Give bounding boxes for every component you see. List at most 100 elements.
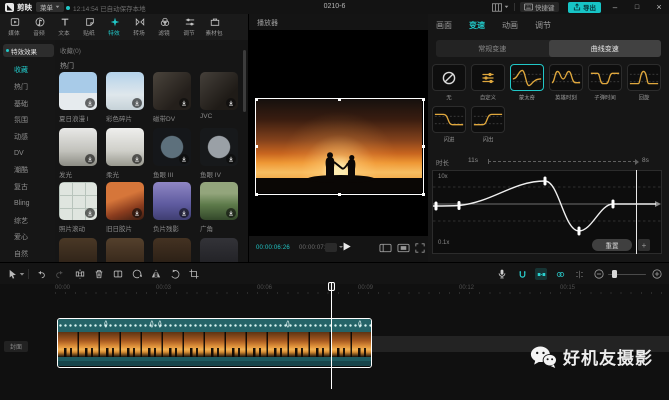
effect-thumbnail[interactable]: 负片残影 xyxy=(153,182,191,233)
toolbar-tab[interactable]: 特效 xyxy=(102,14,127,40)
effects-scrollbar[interactable] xyxy=(243,50,246,112)
effect-thumbnail[interactable]: 发光 xyxy=(59,128,97,179)
minimize-button[interactable]: – xyxy=(608,0,622,14)
download-icon[interactable] xyxy=(85,208,95,218)
undo-icon[interactable] xyxy=(36,269,46,279)
video-clip[interactable]: () () () () () xyxy=(57,318,372,368)
sidebar-category[interactable]: 热门 xyxy=(0,79,55,96)
mirror-icon[interactable] xyxy=(151,269,161,279)
sidebar-category[interactable]: 自然 xyxy=(0,246,55,263)
inspector-tab[interactable]: 动画 xyxy=(502,20,518,31)
effect-thumbnail[interactable]: 广角 xyxy=(200,182,238,233)
sidebar-category[interactable]: 动感 xyxy=(0,129,55,146)
select-tool-caret-icon[interactable] xyxy=(19,272,25,277)
speed-mode-option[interactable]: 常规变速 xyxy=(436,40,549,57)
download-icon[interactable] xyxy=(179,208,189,218)
curve-preset[interactable]: 子弹时间 xyxy=(588,64,622,102)
download-icon[interactable] xyxy=(132,208,142,218)
effect-thumbnail[interactable]: 磁带DV xyxy=(153,72,191,123)
reset-button[interactable]: 重置 xyxy=(592,239,632,251)
magnet-toggle[interactable] xyxy=(516,268,528,280)
effect-thumbnail[interactable]: 柔光 xyxy=(106,128,144,179)
toolbar-tab[interactable]: 文本 xyxy=(52,14,77,40)
curve-preset[interactable]: 自定义 xyxy=(471,64,505,102)
curve-preset[interactable]: 闪进 xyxy=(432,106,466,144)
download-icon[interactable] xyxy=(179,154,189,164)
effect-thumbnail[interactable] xyxy=(59,238,97,262)
sidebar-category[interactable]: 氛围 xyxy=(0,112,55,129)
sidebar-category[interactable]: 爱心 xyxy=(0,229,55,246)
toolbar-tab[interactable]: 转场 xyxy=(127,14,152,40)
cover-button[interactable]: 封面 xyxy=(4,341,28,352)
curve-preset[interactable]: 回旋 xyxy=(627,64,661,102)
rotate-icon[interactable] xyxy=(170,269,180,279)
export-button[interactable]: 导出 xyxy=(568,2,601,13)
download-icon[interactable] xyxy=(226,154,236,164)
toolbar-tab[interactable]: 素材包 xyxy=(202,14,227,40)
sidebar-category[interactable]: 复古 xyxy=(0,179,55,196)
redo-icon[interactable] xyxy=(55,269,65,279)
zoom-in-icon[interactable] xyxy=(652,269,662,279)
effect-thumbnail[interactable]: 夏日浪漫 I xyxy=(59,72,97,123)
video-preview[interactable] xyxy=(256,99,422,193)
layout-switch-button[interactable] xyxy=(492,2,512,12)
auto-snap-toggle[interactable] xyxy=(535,268,547,280)
effect-thumbnail[interactable] xyxy=(106,238,144,262)
download-icon[interactable] xyxy=(132,98,142,108)
freeze-frame-icon[interactable] xyxy=(113,269,123,279)
download-icon[interactable] xyxy=(85,154,95,164)
effect-thumbnail[interactable]: JVC xyxy=(200,72,238,120)
select-tool-icon[interactable] xyxy=(8,269,18,279)
toolbar-tab[interactable]: 滤镜 xyxy=(152,14,177,40)
effect-thumbnail[interactable] xyxy=(153,238,191,262)
effect-thumbnail[interactable]: 旧日胶片 xyxy=(106,182,144,233)
play-button[interactable] xyxy=(341,241,352,252)
fullscreen-icon[interactable] xyxy=(415,243,425,253)
split-icon[interactable] xyxy=(75,269,85,279)
curve-preset[interactable]: 蒙太奇 xyxy=(510,64,544,102)
speed-mode-option[interactable]: 曲线变速 xyxy=(549,40,662,57)
inspector-tab[interactable]: 画面 xyxy=(436,20,452,31)
record-voice-icon[interactable] xyxy=(497,269,507,279)
effect-thumbnail[interactable]: 照片滚动 xyxy=(59,182,97,233)
curve-preset[interactable]: 无 xyxy=(432,64,466,102)
crop-icon[interactable] xyxy=(189,269,199,279)
toolbar-tab[interactable]: 媒体 xyxy=(2,14,27,40)
effect-thumbnail[interactable]: 鱼眼 IV xyxy=(200,128,238,179)
reverse-icon[interactable] xyxy=(132,269,142,279)
toolbar-tab[interactable]: 调节 xyxy=(177,14,202,40)
sidebar-category[interactable]: 综艺 xyxy=(0,212,55,229)
effect-thumbnail[interactable]: 彩色碎片 xyxy=(106,72,144,123)
sidebar-header[interactable]: 特效效果 xyxy=(3,44,54,57)
maximize-button[interactable]: □ xyxy=(630,0,644,14)
fit-ratio-button[interactable] xyxy=(397,243,410,253)
download-icon[interactable] xyxy=(132,154,142,164)
preview-quality-dropdown[interactable] xyxy=(325,243,337,252)
download-icon[interactable] xyxy=(85,98,95,108)
curve-preset[interactable]: 英雄时刻 xyxy=(549,64,583,102)
add-point-button[interactable]: + xyxy=(638,239,650,251)
zoom-out-icon[interactable] xyxy=(594,269,604,279)
original-ratio-button[interactable] xyxy=(379,243,392,253)
toolbar-tab[interactable]: 贴纸 xyxy=(77,14,102,40)
inspector-tab[interactable]: 调节 xyxy=(535,20,551,31)
sidebar-category[interactable]: 潮酷 xyxy=(0,162,55,179)
sidebar-category[interactable]: 收藏 xyxy=(0,62,55,79)
download-icon[interactable] xyxy=(226,98,236,108)
inspector-tab[interactable]: 变速 xyxy=(469,20,485,31)
sidebar-category[interactable]: Bling xyxy=(0,196,55,213)
timeline-zoom-knob[interactable] xyxy=(612,270,617,278)
close-button[interactable]: × xyxy=(652,0,666,14)
sidebar-category[interactable]: DV xyxy=(0,145,55,162)
download-icon[interactable] xyxy=(179,98,189,108)
shortcut-button[interactable]: 快捷键 xyxy=(520,2,559,12)
preview-axis-toggle[interactable] xyxy=(573,268,585,280)
link-toggle[interactable] xyxy=(554,268,566,280)
effect-thumbnail[interactable]: 鱼眼 III xyxy=(153,128,191,179)
curve-preset[interactable]: 闪出 xyxy=(471,106,505,144)
toolbar-tab[interactable]: 音频 xyxy=(27,14,52,40)
effect-thumbnail[interactable] xyxy=(200,238,238,262)
delete-icon[interactable] xyxy=(94,269,104,279)
curve-playhead[interactable] xyxy=(636,170,637,254)
download-icon[interactable] xyxy=(226,208,236,218)
